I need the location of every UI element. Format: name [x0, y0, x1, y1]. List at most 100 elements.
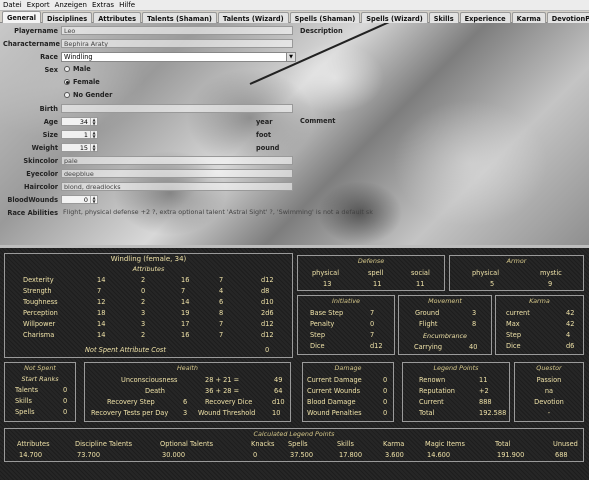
row-label: Spells	[15, 408, 35, 416]
calc-value: 3.600	[385, 451, 404, 459]
calc-value: 688	[555, 451, 568, 459]
attribute-cell: 2	[141, 298, 146, 306]
defense-panel: Defense physical spell social 13 11 11	[297, 255, 445, 291]
row-value: d6	[566, 342, 575, 350]
birth-field[interactable]	[61, 104, 293, 113]
not-spent-header: Not Spent	[24, 364, 56, 372]
sex-female-label: Female	[73, 78, 100, 86]
tab-talents-shaman[interactable]: Talents (Shaman)	[142, 12, 217, 23]
tab-attributes[interactable]: Attributes	[93, 12, 142, 23]
haircolor-label: Haircolor	[24, 183, 58, 191]
row-label: Max	[506, 320, 520, 328]
bloodwounds-value: 0	[83, 196, 88, 204]
row-label: Total	[419, 409, 435, 417]
tab-karma[interactable]: Karma	[511, 12, 546, 23]
attributes-panel: Windling (female, 34) Attributes Dexteri…	[4, 253, 293, 358]
sheet-title: Windling (female, 34)	[110, 255, 187, 263]
attribute-cell: 6	[219, 298, 224, 306]
recovery-dice-value: d10	[272, 398, 285, 406]
attribute-cell: 16	[181, 276, 190, 284]
attribute-cell: d12	[261, 276, 274, 284]
recovery-dice-label: Recovery Dice	[205, 398, 253, 406]
recovery-step-value: 6	[183, 398, 188, 406]
spinner-arrows-icon[interactable]: ▲ ▼	[90, 144, 97, 151]
damage-panel: Damage Current Damage 0 Current Wounds 0 Blo…	[302, 362, 394, 422]
weight-spinner[interactable]: 15 ▲ ▼	[61, 143, 98, 152]
playername-label: Playername	[14, 27, 58, 35]
charactername-field[interactable]: Bephira Araty	[61, 39, 293, 48]
death-label: Death	[145, 387, 165, 395]
defense-social-label: social	[411, 269, 430, 277]
spinner-arrows-icon[interactable]: ▲ ▼	[90, 118, 97, 125]
attribute-cell: Strength	[23, 287, 52, 295]
menu-anzeigen[interactable]: Anzeigen	[55, 1, 87, 9]
attribute-cell: 14	[97, 320, 106, 328]
movement-header: Movement	[428, 297, 462, 305]
bloodwounds-label: BloodWounds	[7, 196, 58, 204]
tab-disciplines[interactable]: Disciplines	[42, 12, 93, 23]
attribute-cell: 4	[219, 287, 224, 295]
chevron-down-icon[interactable]: ▼	[286, 53, 295, 61]
not-spent-panel: Not Spent Start Ranks Talents 0 Skills 0 Spe…	[4, 362, 76, 422]
recovery-tests-label: Recovery Tests per Day	[91, 409, 169, 417]
row-label: Blood Damage	[307, 398, 356, 406]
sex-nogender-radio[interactable]: No Gender	[64, 91, 112, 99]
movement-flight-label: Flight	[419, 320, 438, 328]
row-value: 0	[63, 386, 68, 394]
attribute-cell: 7	[219, 331, 224, 339]
calc-value: 37.500	[290, 451, 314, 459]
age-spinner[interactable]: 34 ▲ ▼	[61, 117, 98, 126]
sex-female-radio[interactable]: Female	[64, 78, 100, 86]
attribute-cell: 14	[97, 331, 106, 339]
attribute-cell: d12	[261, 331, 274, 339]
tab-experience[interactable]: Experience	[459, 12, 511, 23]
defense-physical-value: 13	[323, 280, 332, 288]
tab-spells-wizard[interactable]: Spells (Wizard)	[361, 12, 428, 23]
calc-value: 14.700	[19, 451, 43, 459]
sex-nogender-label: No Gender	[73, 91, 113, 99]
skincolor-field[interactable]: pale	[61, 156, 293, 165]
radio-icon	[64, 66, 70, 72]
wound-threshold-value: 10	[272, 409, 281, 417]
spinner-arrows-icon[interactable]: ▲ ▼	[90, 196, 97, 203]
sex-male-radio[interactable]: Male	[64, 65, 91, 73]
attribute-cell: 2d6	[261, 309, 274, 317]
menu-extras[interactable]: Extras	[92, 1, 114, 9]
attribute-cell: 3	[141, 309, 146, 317]
playername-field[interactable]: Leo	[61, 26, 293, 35]
menu-export[interactable]: Export	[27, 1, 50, 9]
defense-spell-label: spell	[368, 269, 384, 277]
attribute-cell: 7	[219, 320, 224, 328]
questor-header: Questor	[536, 364, 562, 372]
tab-spells-shaman[interactable]: Spells (Shaman)	[289, 12, 361, 23]
row-value: 888	[479, 398, 492, 406]
attribute-cell: 14	[181, 298, 190, 306]
row-label: Base Step	[310, 309, 344, 317]
tab-devotionpoints[interactable]: DevotionPoints	[546, 12, 589, 23]
age-label: Age	[43, 118, 58, 126]
eyecolor-field[interactable]: deepblue	[61, 169, 293, 178]
row-label: Current Damage	[307, 376, 362, 384]
passion-label: Passion	[536, 376, 562, 384]
raceabilities-field: Flight, physical defense +2 ?, extra opt…	[63, 208, 373, 216]
race-select[interactable]: Windling ▼	[61, 52, 296, 62]
tab-general[interactable]: General	[2, 11, 42, 23]
armor-panel: Armor physical mystic 5 9	[449, 255, 584, 291]
calc-header: Calculated Legend Points	[253, 430, 335, 438]
menu-datei[interactable]: Datei	[3, 1, 22, 9]
health-header: Health	[177, 364, 198, 372]
spinner-arrows-icon[interactable]: ▲ ▼	[90, 131, 97, 138]
legend-points-panel: Legend Points Renown 11 Reputation +2 Curren…	[402, 362, 510, 422]
karma-panel: Karma current 42 Max 42 Step 4 Dice d6	[495, 295, 584, 355]
attribute-cell: Toughness	[23, 298, 58, 306]
row-label: Talents	[15, 386, 39, 394]
menu-hilfe[interactable]: Hilfe	[119, 1, 135, 9]
tab-skills[interactable]: Skills	[428, 12, 459, 23]
bloodwounds-spinner[interactable]: 0 ▲ ▼	[61, 195, 98, 204]
attribute-cell: 16	[181, 331, 190, 339]
row-value: 0	[63, 408, 68, 416]
haircolor-field[interactable]: blond, dreadlocks	[61, 182, 293, 191]
size-spinner[interactable]: 1 ▲ ▼	[61, 130, 98, 139]
tab-talents-wizard[interactable]: Talents (Wizard)	[217, 12, 289, 23]
row-label: Renown	[419, 376, 446, 384]
